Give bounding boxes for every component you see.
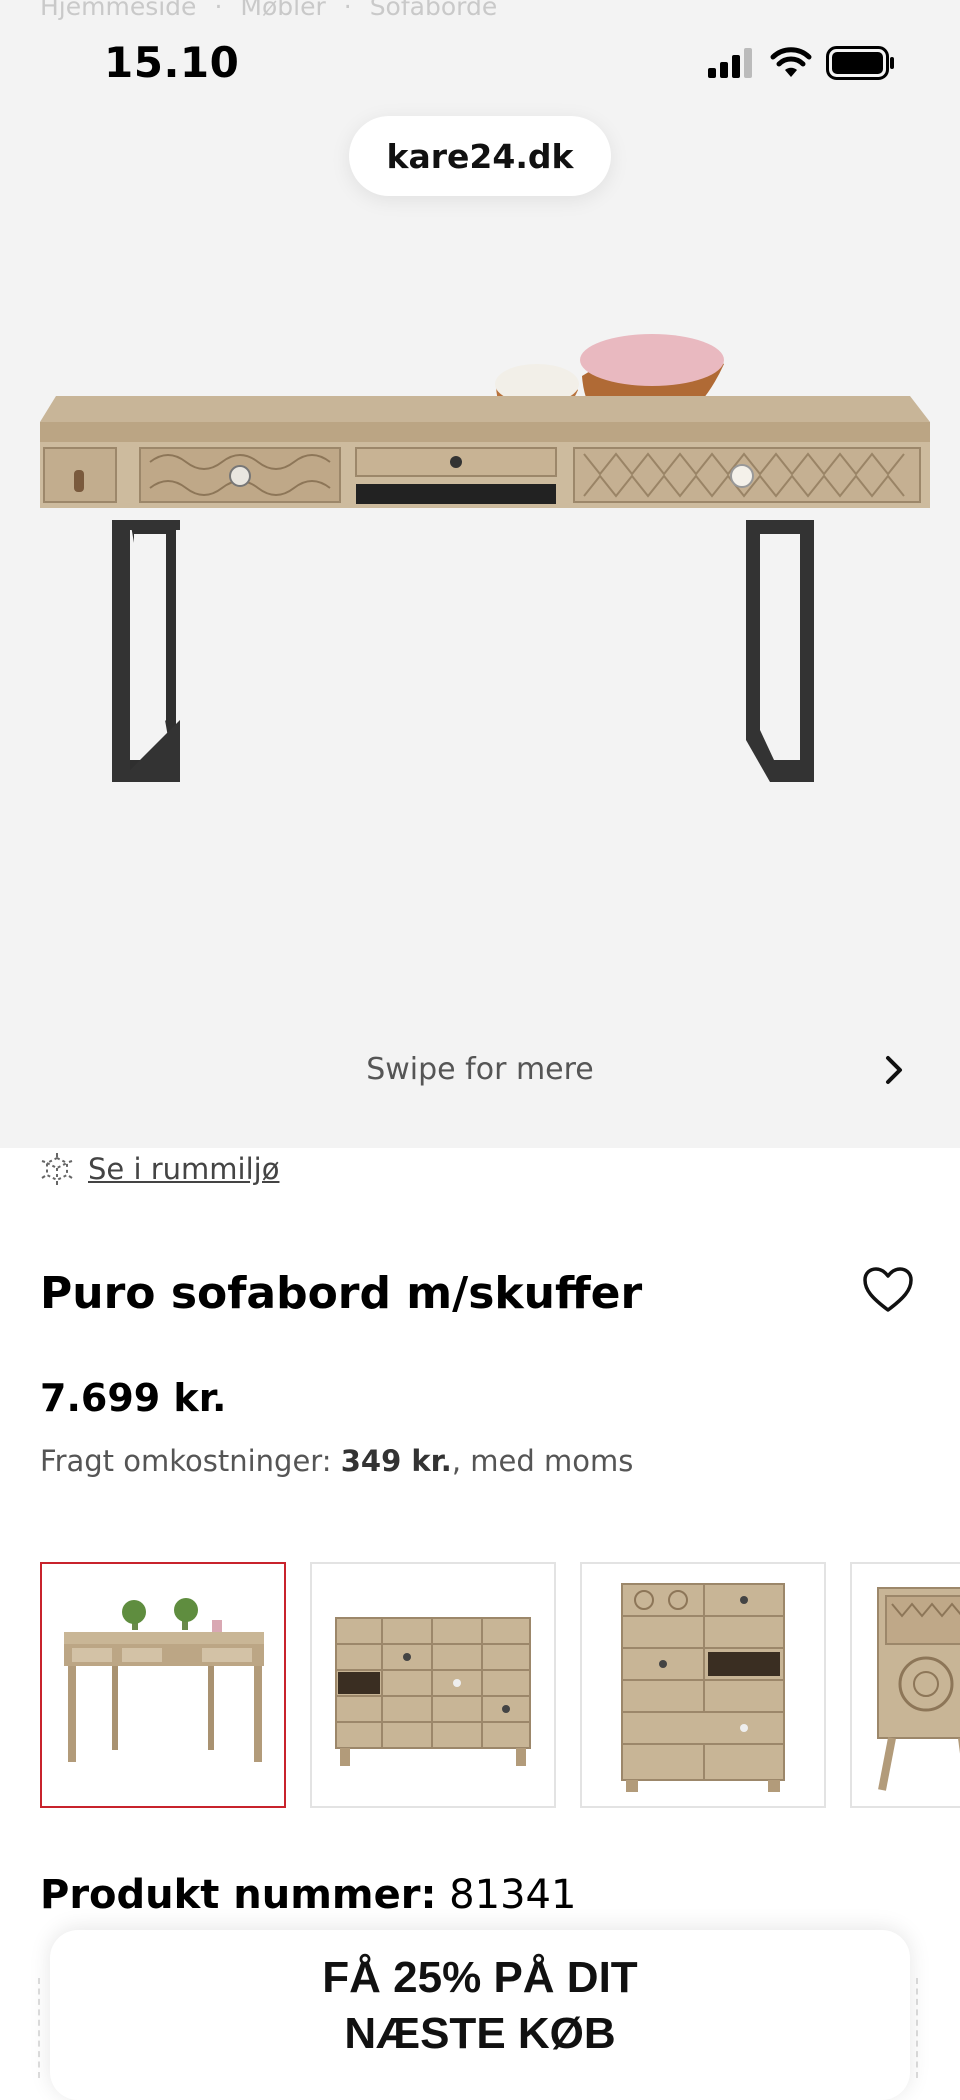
signal-icon (708, 48, 752, 78)
swipe-hint: Swipe for mere (366, 1052, 594, 1087)
thumbnail-image-desk (64, 1598, 264, 1762)
product-price: 7.699 kr. (40, 1376, 227, 1420)
thumbnail-sideboard[interactable] (310, 1562, 556, 1808)
shipping-amount: 349 kr. (340, 1444, 452, 1478)
thumbnail-chest-of-drawers[interactable] (580, 1562, 826, 1808)
room-view-link[interactable]: Se i rummiljø (40, 1152, 279, 1186)
product-image-coffee-table[interactable] (30, 320, 930, 790)
promo-banner[interactable]: FÅ 25% PÅ DIT NÆSTE KØB (50, 1930, 910, 2100)
battery-icon (826, 46, 894, 80)
shipping-info: Fragt omkostninger: 349 kr., med moms (40, 1444, 633, 1478)
promo-line-2: NÆSTE KØB (344, 2009, 616, 2058)
product-title: Puro sofabord m/skuffer (40, 1268, 643, 1319)
product-number: Produkt nummer: 81341 (40, 1872, 576, 1918)
promo-dashed-edge-right (916, 1978, 918, 2078)
status-bar-icons (708, 46, 896, 80)
status-bar-time: 15.10 (104, 38, 240, 87)
product-gallery[interactable]: Hjemmeside · Møbler · Sofaborde 15.10 kare24… (0, 0, 960, 1148)
shipping-suffix: , med moms (451, 1444, 634, 1478)
breadcrumb-item-home[interactable]: Hjemmeside (40, 0, 196, 21)
related-products-carousel[interactable] (40, 1562, 960, 1808)
promo-text: FÅ 25% PÅ DIT NÆSTE KØB (50, 1950, 910, 2062)
ar-cube-icon (41, 1153, 73, 1185)
breadcrumb: Hjemmeside · Møbler · Sofaborde (40, 0, 497, 21)
promo-line-1: FÅ 25% PÅ DIT (322, 1953, 638, 2002)
address-bar[interactable]: kare24.dk (349, 116, 611, 196)
thumbnail-image-cabinet (877, 1587, 960, 1791)
thumbnail-cabinet[interactable] (850, 1562, 960, 1808)
chevron-right-icon[interactable] (876, 1052, 912, 1088)
thumbnail-desk[interactable] (40, 1562, 286, 1808)
breadcrumb-separator: · (343, 0, 352, 21)
thumbnail-image-sideboard (335, 1617, 531, 1766)
breadcrumb-item-coffee-tables[interactable]: Sofaborde (370, 0, 498, 21)
product-number-value: 81341 (449, 1872, 577, 1918)
promo-dashed-edge-left (38, 1978, 40, 2078)
heart-icon[interactable] (862, 1266, 914, 1314)
room-view-label[interactable]: Se i rummiljø (88, 1152, 279, 1186)
wifi-icon (770, 47, 812, 77)
shipping-label: Fragt omkostninger: (40, 1444, 341, 1478)
breadcrumb-separator: · (214, 0, 223, 21)
product-number-label: Produkt nummer: (40, 1872, 437, 1918)
breadcrumb-item-furniture[interactable]: Møbler (240, 0, 325, 21)
thumbnail-image-chest-of-drawers (621, 1583, 785, 1792)
